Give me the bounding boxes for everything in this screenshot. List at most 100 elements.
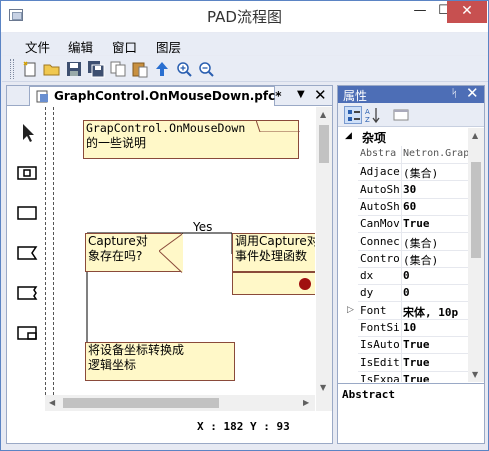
collapse-icon[interactable]: ◢: [345, 131, 352, 141]
categorized-button[interactable]: [344, 106, 362, 124]
minimize-button[interactable]: —: [408, 1, 432, 23]
document-tab[interactable]: GraphControl.OnMouseDown.pfc*: [29, 86, 282, 106]
property-value[interactable]: True: [403, 373, 468, 382]
property-pages-icon: [393, 109, 409, 121]
property-row[interactable]: dx 0: [338, 267, 468, 286]
properties-scroll-up-icon[interactable]: ▲: [472, 131, 478, 140]
convert-shape[interactable]: 将设备坐标转换成 逻辑坐标: [85, 342, 235, 381]
scroll-down-icon[interactable]: ▼: [320, 383, 326, 392]
menu-layer[interactable]: 图层: [156, 37, 181, 56]
menu-file[interactable]: 文件: [25, 37, 50, 56]
property-gutter: [338, 284, 358, 303]
property-gutter: [338, 267, 358, 286]
property-value[interactable]: Netron.Grap: [403, 148, 468, 159]
menu-edit[interactable]: 编辑: [68, 37, 93, 56]
zoom-out-icon: [199, 62, 214, 77]
canvas-vertical-thumb[interactable]: [319, 125, 329, 163]
property-value[interactable]: 10: [403, 321, 468, 334]
property-value[interactable]: 60: [403, 200, 468, 213]
palette-document[interactable]: [15, 321, 39, 345]
svg-text:Z: Z: [365, 116, 370, 124]
property-row[interactable]: FontSi 10: [338, 319, 468, 337]
property-gutter: [338, 197, 358, 216]
alphabetical-sort-icon: AZ: [365, 108, 380, 124]
expand-icon[interactable]: ▷: [347, 305, 354, 315]
property-row[interactable]: dy 0: [338, 284, 468, 303]
property-value[interactable]: 宋体, 10p: [403, 304, 468, 320]
scroll-left-icon[interactable]: ◀: [49, 398, 55, 407]
up-button[interactable]: [153, 60, 171, 78]
property-row[interactable]: Connec (集合): [338, 232, 468, 251]
property-separator: [401, 301, 402, 320]
property-row[interactable]: IsEdit True: [338, 353, 468, 372]
properties-vertical-thumb[interactable]: [471, 162, 481, 258]
canvas-vertical-scrollbar[interactable]: ▲ ▼: [316, 107, 332, 395]
property-value[interactable]: (集合): [403, 165, 468, 181]
open-icon: [43, 64, 60, 76]
property-value[interactable]: True: [403, 217, 468, 230]
property-row[interactable]: CanMov True: [338, 215, 468, 234]
pin-icon[interactable]: ᛋ: [451, 87, 458, 100]
action-sub-shape[interactable]: [232, 272, 315, 295]
new-button[interactable]: [21, 60, 39, 78]
up-arrow-icon: [156, 62, 168, 76]
properties-scroll-down-icon[interactable]: ▼: [472, 370, 478, 379]
open-button[interactable]: [43, 60, 61, 78]
property-row[interactable]: ▷ Font 宋体, 10p: [338, 301, 468, 320]
palette-flag[interactable]: [15, 241, 39, 265]
diagram-canvas[interactable]: GrapControl.OnMouseDown 的一些说明 Yes Captur…: [45, 107, 315, 395]
properties-vertical-scrollbar[interactable]: ▲ ▼: [468, 128, 484, 382]
properties-toolbar: AZ: [338, 103, 484, 127]
palette-process[interactable]: [15, 161, 39, 185]
property-separator: [401, 146, 402, 164]
menu-window[interactable]: 窗口: [112, 37, 137, 56]
zoom-out-button[interactable]: [197, 60, 215, 78]
category-row[interactable]: ◢ 杂项: [338, 128, 468, 146]
property-value[interactable]: 0: [403, 286, 468, 299]
property-separator: [401, 215, 402, 234]
save-button[interactable]: [65, 60, 83, 78]
property-name: Adjace: [360, 165, 400, 179]
copy-button[interactable]: [109, 60, 127, 78]
property-row[interactable]: Adjace (集合): [338, 163, 468, 182]
property-row[interactable]: Abstra Netron.Grap: [338, 146, 468, 164]
scroll-up-icon[interactable]: ▲: [320, 110, 326, 119]
convert-line-1: 将设备坐标转换成: [88, 343, 185, 357]
property-value[interactable]: (集合): [403, 235, 468, 251]
zoom-in-button[interactable]: [175, 60, 193, 78]
canvas-horizontal-scrollbar[interactable]: ◀ ▶: [45, 395, 315, 411]
property-pages-button[interactable]: [392, 106, 410, 124]
property-name: dy: [360, 286, 374, 300]
property-name: Abstra: [360, 148, 397, 159]
properties-header: 属性 ᛋ ✕: [338, 84, 484, 103]
tab-close-icon[interactable]: ✕: [314, 86, 327, 104]
scroll-right-icon[interactable]: ▶: [303, 398, 309, 407]
save-all-button[interactable]: [87, 60, 105, 78]
property-value[interactable]: (集合): [403, 252, 468, 268]
property-name: CanMov: [360, 217, 400, 231]
tab-dropdown-icon[interactable]: ▼: [297, 89, 305, 100]
canvas-horizontal-thumb[interactable]: [63, 398, 219, 408]
property-value[interactable]: 0: [403, 269, 468, 282]
palette-banner[interactable]: [15, 281, 39, 305]
property-row[interactable]: AutoSh 30: [338, 180, 468, 199]
decision-notch: [159, 233, 183, 273]
action-shape[interactable]: 调用Capture对 事件处理函数: [232, 233, 315, 272]
property-value[interactable]: 30: [403, 183, 468, 196]
property-value[interactable]: True: [403, 338, 468, 351]
properties-close-icon[interactable]: ✕: [466, 84, 479, 102]
property-name: AutoSh: [360, 199, 400, 213]
property-value[interactable]: True: [403, 356, 468, 369]
paste-button[interactable]: [131, 60, 149, 78]
palette-rectangle[interactable]: [15, 201, 39, 225]
action-line-1: 调用Capture对: [235, 234, 315, 248]
close-button[interactable]: ✕: [447, 1, 487, 23]
property-separator: [401, 163, 402, 182]
property-row[interactable]: Contro (集合): [338, 249, 468, 268]
property-row[interactable]: IsAuto True: [338, 336, 468, 355]
property-row[interactable]: AutoSh 60: [338, 197, 468, 216]
alphabetical-button[interactable]: AZ: [364, 106, 382, 124]
property-row[interactable]: IsExpa True: [338, 370, 468, 382]
toolbar-grip[interactable]: [10, 59, 14, 79]
palette-pointer[interactable]: [15, 121, 39, 145]
